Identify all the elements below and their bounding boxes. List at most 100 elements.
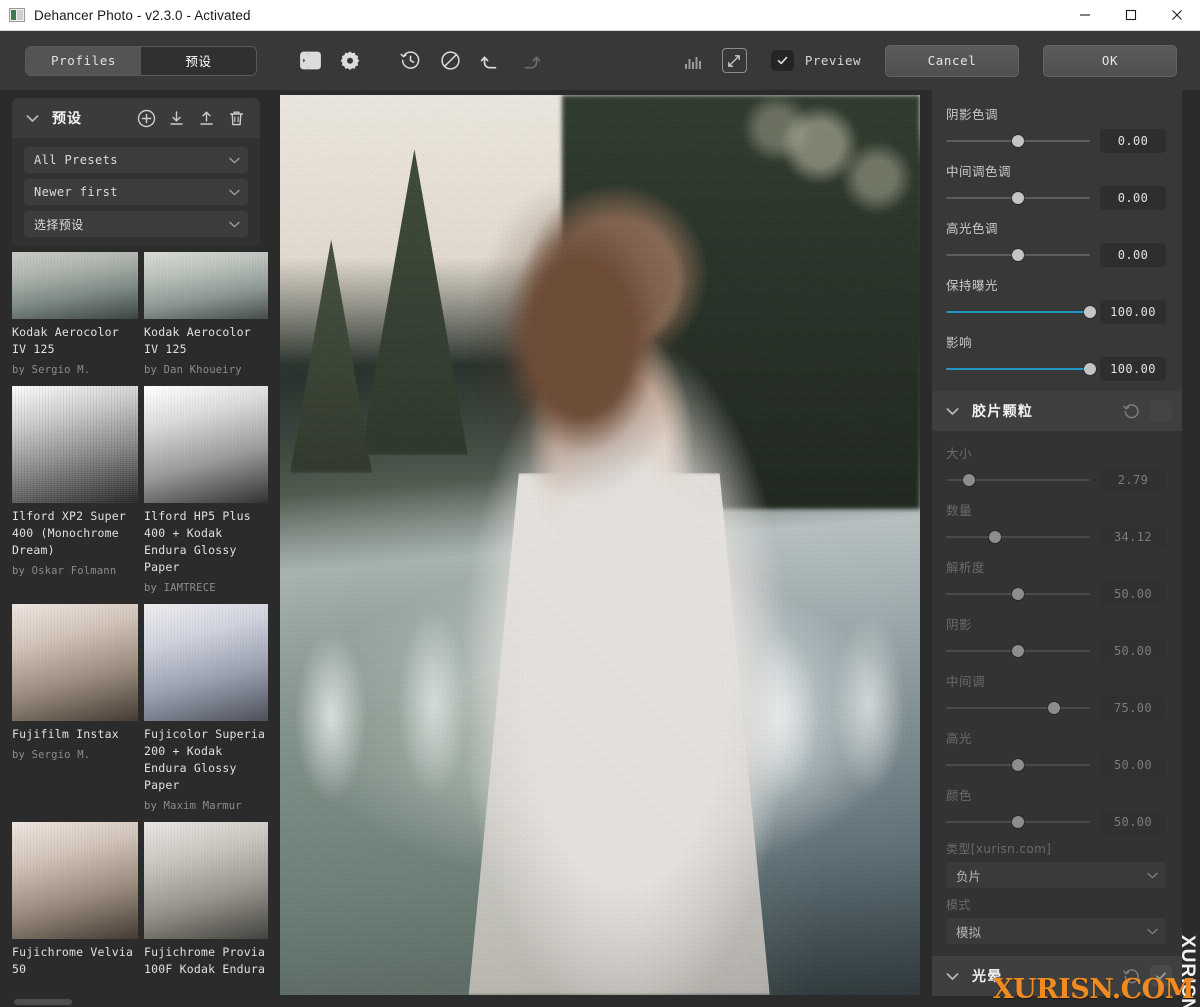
preset-thumbnail[interactable] — [144, 252, 268, 319]
preset-thumbnail[interactable] — [144, 386, 268, 503]
preset-item[interactable]: Ilford XP2 Super 400 (Monochrome Dream) … — [12, 386, 138, 604]
preset-item[interactable]: Fujifilm Instax by Sergio M. — [12, 604, 138, 822]
slider-value[interactable]: 34.12 — [1100, 525, 1166, 549]
slider-track[interactable] — [946, 190, 1090, 206]
chevron-down-icon[interactable] — [946, 972, 959, 981]
panel-toggle-icon[interactable] — [290, 41, 330, 81]
slider-value[interactable]: 100.00 — [1100, 357, 1166, 381]
slider-track[interactable] — [946, 529, 1090, 545]
ok-button[interactable]: OK — [1043, 44, 1177, 77]
redo-icon[interactable] — [510, 41, 550, 81]
tab-presets[interactable]: 预设 — [141, 46, 256, 75]
slider-value[interactable]: 50.00 — [1100, 639, 1166, 663]
minimize-button[interactable] — [1062, 0, 1108, 31]
preset-name: Kodak Aerocolor IV 125 — [12, 325, 119, 356]
slider-label: 阴影色调 — [946, 107, 999, 122]
preview-toggle[interactable]: Preview — [770, 50, 861, 71]
slider-track[interactable] — [946, 643, 1090, 659]
export-preset-icon[interactable] — [194, 106, 218, 130]
preset-author: by Dan Khoueiry — [144, 364, 242, 376]
slider-value[interactable]: 100.00 — [1100, 300, 1166, 324]
preset-category-select[interactable]: All Presets — [24, 147, 248, 173]
preset-author: by IAMTRECE — [144, 582, 216, 594]
undo-icon[interactable] — [470, 41, 510, 81]
app-icon — [9, 8, 25, 22]
preset-item[interactable]: Kodak Aerocolor IV 125 by Dan Khoueiry — [144, 252, 268, 386]
chevron-down-icon — [229, 157, 240, 164]
fullscreen-expand-icon[interactable] — [721, 48, 747, 73]
film-grain-actions — [1120, 400, 1172, 422]
preset-item[interactable]: Fujicolor Superia 200 + Kodak Endura Glo… — [144, 604, 268, 822]
slider-label: 颜色 — [946, 788, 973, 803]
preview-label: Preview — [804, 53, 861, 68]
delete-preset-icon[interactable] — [224, 106, 248, 130]
slider-track[interactable] — [946, 304, 1096, 320]
preset-name: Ilford HP5 Plus 400 + Kodak Endura Gloss… — [144, 509, 251, 574]
photo-hair — [472, 176, 690, 500]
settings-gear-icon[interactable] — [330, 41, 370, 81]
cancel-button[interactable]: Cancel — [885, 44, 1019, 77]
reset-icon[interactable] — [1120, 400, 1142, 422]
chevron-down-icon[interactable] — [26, 114, 39, 123]
slider-track[interactable] — [946, 361, 1096, 377]
maximize-button[interactable] — [1108, 0, 1154, 31]
slider-track[interactable] — [946, 814, 1090, 830]
preset-item[interactable]: Ilford HP5 Plus 400 + Kodak Endura Gloss… — [144, 386, 268, 604]
grain-enable-toggle[interactable] — [1150, 400, 1172, 422]
grain-type-select[interactable]: 负片 — [946, 862, 1166, 888]
preset-thumbnail[interactable] — [144, 604, 268, 721]
chevron-down-icon[interactable] — [946, 407, 959, 416]
slider-value[interactable]: 2.79 — [1100, 468, 1166, 492]
slider-value[interactable]: 0.00 — [1100, 243, 1166, 267]
slider-value[interactable]: 75.00 — [1100, 696, 1166, 720]
slider-label: 中间调色调 — [946, 164, 1012, 179]
photo-viewport — [268, 90, 932, 1007]
slider-grain-midtones: 中间调 75.00 — [932, 667, 1182, 724]
preset-thumbnail[interactable] — [12, 252, 138, 319]
grain-type-row: 类型[xurisn.com] 负片 — [932, 838, 1182, 894]
slider-value[interactable]: 50.00 — [1100, 810, 1166, 834]
add-preset-icon[interactable] — [134, 106, 158, 130]
main-photo-preview[interactable] — [280, 95, 920, 995]
slider-label: 阴影 — [946, 617, 973, 632]
slider-track[interactable] — [946, 472, 1090, 488]
window-controls — [1062, 0, 1200, 31]
film-grain-section-header: 胶片颗粒 — [932, 391, 1182, 431]
tab-profiles[interactable]: Profiles — [26, 46, 141, 75]
preset-sort-select[interactable]: Newer first — [24, 179, 248, 205]
histogram-icon[interactable] — [676, 43, 712, 79]
preset-item[interactable]: Kodak Aerocolor IV 125 by Sergio M. — [12, 252, 138, 386]
presets-header-actions — [134, 106, 248, 130]
slider-track[interactable] — [946, 247, 1090, 263]
preset-filters: All Presets Newer first 选择预设 — [12, 138, 260, 246]
preset-name: Fujifilm Instax — [12, 727, 119, 741]
preset-grid: Kodak Aerocolor IV 125 by Sergio M. Koda… — [12, 252, 268, 978]
grain-mode-select[interactable]: 模拟 — [946, 918, 1166, 944]
slider-label: 高光 — [946, 731, 973, 746]
preset-thumbnail[interactable] — [12, 604, 138, 721]
preset-item[interactable]: Fujichrome Velvia 50 — [12, 822, 138, 978]
slider-value[interactable]: 50.00 — [1100, 582, 1166, 606]
slider-value[interactable]: 0.00 — [1100, 186, 1166, 210]
preset-pick-select[interactable]: 选择预设 — [24, 211, 248, 237]
slider-track[interactable] — [946, 700, 1090, 716]
slider-track[interactable] — [946, 586, 1090, 602]
preset-thumbnail[interactable] — [144, 822, 268, 939]
preset-item[interactable]: Fujichrome Provia 100F Kodak Endura — [144, 822, 268, 978]
close-button[interactable] — [1154, 0, 1200, 31]
slider-value[interactable]: 0.00 — [1100, 129, 1166, 153]
slider-value[interactable]: 50.00 — [1100, 753, 1166, 777]
history-icon[interactable] — [390, 41, 430, 81]
scrollbar-thumb[interactable] — [14, 999, 72, 1005]
preset-list-scrollbar[interactable] — [14, 999, 260, 1005]
slider-label: 中间调 — [946, 674, 986, 689]
disable-effects-icon[interactable] — [430, 41, 470, 81]
slider-track[interactable] — [946, 133, 1090, 149]
slider-track[interactable] — [946, 757, 1090, 773]
preview-checkbox[interactable] — [770, 50, 794, 71]
import-preset-icon[interactable] — [164, 106, 188, 130]
preset-thumbnail[interactable] — [12, 822, 138, 939]
window-title: Dehancer Photo - v2.3.0 - Activated — [34, 7, 251, 23]
slider-label: 保持曝光 — [946, 278, 999, 293]
preset-thumbnail[interactable] — [12, 386, 138, 503]
